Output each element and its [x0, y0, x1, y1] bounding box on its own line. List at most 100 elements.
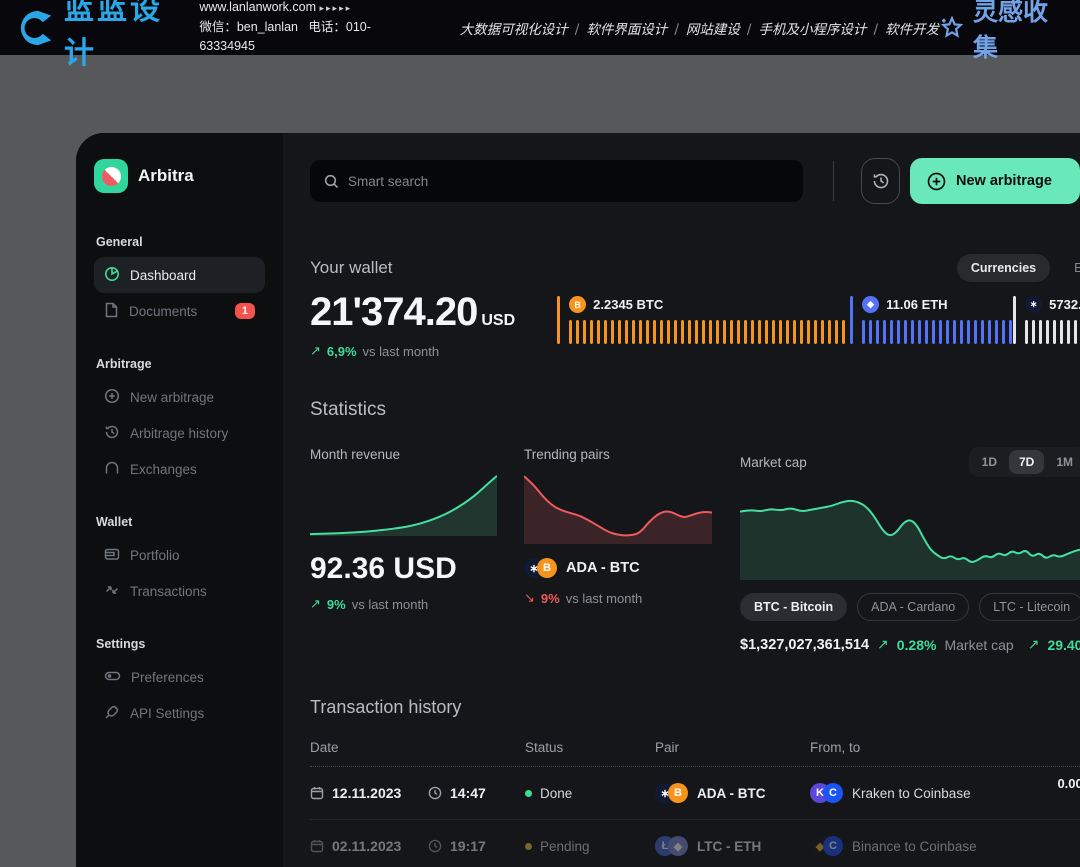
col-status: Status: [525, 740, 655, 755]
collect-label: 灵感收集: [973, 0, 1062, 64]
exchange-icons: K C: [810, 783, 843, 803]
inspiration-collect-button[interactable]: 灵感收集: [939, 0, 1062, 64]
col-from-to: From, to: [810, 740, 1040, 755]
service-item: 软件界面设计: [586, 22, 667, 38]
btc-tick: [557, 296, 560, 344]
trending-pair: ∗ B ADA - BTC: [524, 558, 712, 578]
currencies-pill[interactable]: Currencies: [957, 254, 1050, 282]
app-brand[interactable]: Arbitra: [94, 159, 265, 193]
table-row[interactable]: 12.11.2023 14:47 Done ∗ B ADA - BTC K C …: [310, 767, 1080, 820]
wallet-currency-bars: B 2.2345 BTC ◆ 11.06 ETH: [557, 296, 1080, 359]
range-7d[interactable]: 7D: [1009, 450, 1044, 474]
trending-pairs-card: Trending pairs ∗ B ADA - BTC ↘ 9% vs las…: [524, 447, 712, 653]
btc-bars: [569, 320, 845, 344]
sidebar-item-exchanges[interactable]: Exchanges: [94, 451, 265, 487]
balance-value: 21'374.20: [310, 290, 477, 334]
month-revenue-chart: [310, 474, 497, 536]
wallet-row: 21'374.20USD ↗ 6,9% vs last month B 2.23…: [310, 290, 1080, 359]
arrow-up-icon: ↗: [310, 596, 321, 612]
transaction-date: 02.11.2023: [332, 838, 420, 854]
nav-section-wallet: Wallet Portfolio Transactions: [94, 515, 265, 609]
sidebar-item-label: Transactions: [130, 584, 207, 599]
cap-change: 0.28%: [897, 637, 937, 653]
change-suffix: vs last month: [352, 597, 429, 612]
btc-icon: B: [537, 558, 557, 578]
pair-label: LTC - ETH: [697, 839, 761, 854]
trending-change: ↘ 9% vs last month: [524, 590, 712, 606]
range-1d[interactable]: 1D: [972, 450, 1007, 474]
sidebar-item-label: Arbitrage history: [130, 426, 228, 441]
sidebar-item-new-arbitrage[interactable]: New arbitrage: [94, 379, 265, 415]
search-input[interactable]: [348, 174, 789, 189]
trending-pairs-chart: [524, 474, 712, 544]
wechat-label: 微信：ben_lanlan: [199, 20, 298, 34]
sidebar-item-label: Documents: [129, 304, 197, 319]
pair-label: ADA - BTC: [566, 560, 640, 576]
month-revenue-card: Month revenue 92.36 USD ↗ 9% vs last mon…: [310, 447, 497, 653]
app-name: Arbitra: [138, 166, 194, 186]
market-cap-label: Market cap: [740, 455, 807, 470]
sidebar-item-preferences[interactable]: Preferences: [94, 659, 265, 695]
wallet-filter-pills: Currencies Exchanges: [957, 254, 1080, 282]
balance-currency: USD: [481, 312, 515, 329]
nav-section-arbitrage: Arbitrage New arbitrage Arbitrage histor…: [94, 357, 265, 487]
smart-search[interactable]: [310, 160, 803, 202]
sidebar-item-label: Exchanges: [130, 462, 197, 477]
sidebar-item-label: Dashboard: [130, 268, 196, 283]
pill-ltc-litecoin[interactable]: LTC - Litecoin: [979, 593, 1080, 621]
btc-amount: 2.2345 BTC: [593, 297, 663, 312]
ethp-icon: ◆: [668, 836, 688, 856]
nav-section-label: Settings: [94, 637, 265, 651]
star-icon: [939, 15, 965, 41]
market-cap-header: Market cap 1D 7D 1M: [740, 447, 1080, 477]
new-arbitrage-label: New arbitrage: [956, 173, 1052, 189]
transaction-amount: 0.0021: [1050, 774, 1080, 813]
change-percent: 6,9%: [327, 344, 357, 359]
change-suffix: vs last month: [566, 591, 643, 606]
sidebar-item-label: API Settings: [130, 706, 204, 721]
pill-btc-bitcoin[interactable]: BTC - Bitcoin: [740, 593, 847, 621]
clock-icon: [428, 786, 442, 800]
history-button[interactable]: [861, 158, 900, 204]
cap-change-label: Market cap: [944, 637, 1013, 653]
table-row[interactable]: 02.11.2023 19:17 Pending Ł ◆ LTC - ETH ◆…: [310, 820, 1080, 867]
topbar-divider: [833, 161, 834, 201]
ada-bars: [1025, 320, 1080, 344]
sidebar-item-dashboard[interactable]: Dashboard: [94, 257, 265, 293]
main-content: New arbitrage Your wallet Currencies Exc…: [283, 133, 1080, 867]
sidebar-item-transactions[interactable]: Transactions: [94, 573, 265, 609]
sidebar-item-documents[interactable]: Documents 1: [94, 293, 265, 329]
site-url[interactable]: www.lanlanwork.com: [199, 0, 316, 14]
route-label: Binance to Coinbase: [852, 839, 977, 854]
nav-section-label: Arbitrage: [94, 357, 265, 371]
lanlan-logo-text: 蓝蓝设计: [64, 0, 181, 72]
lanlan-logo[interactable]: 蓝蓝设计: [18, 0, 181, 72]
dashboard-card: Arbitra General Dashboard Documents 1 Ar…: [76, 133, 1080, 867]
url-arrows-icon: ▸▸▸▸▸: [320, 3, 353, 13]
exchange-icons: ◆ C: [810, 836, 843, 856]
pair-icons: Ł ◆: [655, 836, 688, 856]
ada-amount: 5732.61 ADA: [1049, 297, 1080, 312]
service-item: 手机及小程序设计: [758, 22, 866, 38]
nav-section-general: General Dashboard Documents 1: [94, 235, 265, 329]
market-cap-chart: [740, 485, 1080, 580]
sidebar: Arbitra General Dashboard Documents 1 Ar…: [76, 133, 283, 867]
new-arbitrage-button[interactable]: New arbitrage: [910, 158, 1080, 204]
sidebar-item-portfolio[interactable]: Portfolio: [94, 537, 265, 573]
sidebar-item-label: Portfolio: [130, 548, 180, 563]
calendar-icon: [310, 786, 324, 800]
search-icon: [324, 174, 339, 189]
range-1m[interactable]: 1M: [1046, 450, 1080, 474]
wallet-icon: [104, 546, 120, 565]
sidebar-item-api-settings[interactable]: API Settings: [94, 695, 265, 731]
coinbase-icon: C: [823, 836, 843, 856]
document-icon: [104, 302, 119, 321]
exchanges-pill[interactable]: Exchanges: [1060, 254, 1080, 282]
topbar: New arbitrage: [310, 158, 1080, 204]
plus-circle-icon: [926, 171, 947, 192]
sidebar-item-label: Preferences: [131, 670, 204, 685]
btc-segment: B 2.2345 BTC: [557, 296, 850, 359]
pill-ada-cardano[interactable]: ADA - Cardano: [857, 593, 969, 621]
sidebar-item-arbitrage-history[interactable]: Arbitrage history: [94, 415, 265, 451]
exchange-building-icon: [104, 460, 120, 479]
